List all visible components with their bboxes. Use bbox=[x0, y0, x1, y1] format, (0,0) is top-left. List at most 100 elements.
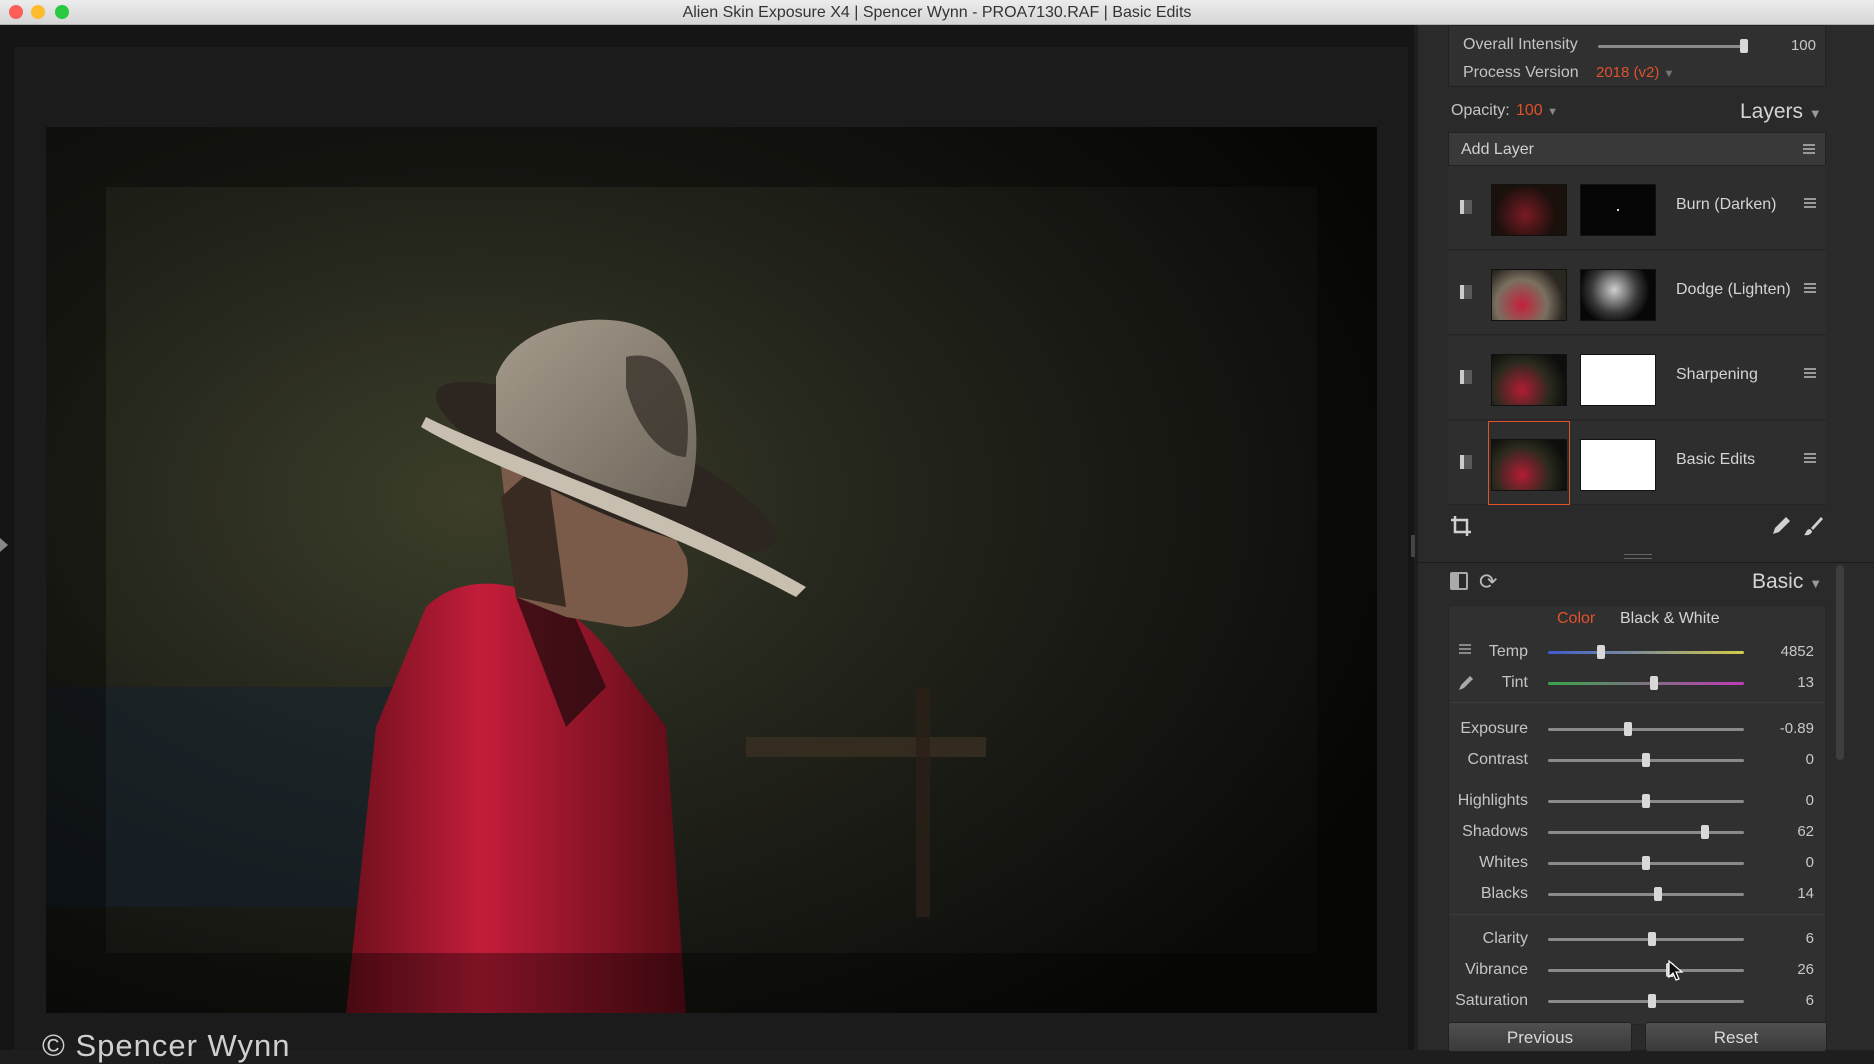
previous-button[interactable]: Previous bbox=[1448, 1022, 1632, 1052]
minimize-window-button[interactable] bbox=[31, 5, 45, 19]
layer-row-basic-edits[interactable]: Basic Edits bbox=[1448, 421, 1826, 505]
opacity-select[interactable]: 100 ▼ bbox=[1516, 102, 1558, 120]
slider-label-blacks: Blacks bbox=[1480, 885, 1528, 902]
slider-saturation[interactable] bbox=[1548, 994, 1744, 1008]
slider-temp[interactable] bbox=[1548, 645, 1744, 659]
slider-label-exposure: Exposure bbox=[1460, 720, 1528, 737]
menu-icon[interactable] bbox=[1804, 198, 1816, 208]
layer-name: Burn (Darken) bbox=[1676, 196, 1777, 213]
slider-value-temp[interactable]: 4852 bbox=[1750, 643, 1814, 660]
divider bbox=[1450, 702, 1824, 703]
slider-thumb[interactable] bbox=[1596, 645, 1605, 659]
slider-value-saturation[interactable]: 6 bbox=[1750, 992, 1814, 1009]
layer-row-burn[interactable]: Burn (Darken) bbox=[1448, 166, 1826, 250]
scrollbar[interactable] bbox=[1836, 565, 1844, 760]
layer-name-selected: Basic Edits bbox=[1676, 451, 1756, 468]
basic-panel-header[interactable]: Basic ▼ bbox=[1752, 570, 1822, 594]
layer-thumbnail bbox=[1491, 354, 1567, 406]
layer-visibility-toggle[interactable] bbox=[1460, 285, 1472, 299]
process-version-value: 2018 (v2) bbox=[1596, 64, 1660, 81]
menu-icon[interactable] bbox=[1803, 144, 1815, 154]
slider-value-contrast[interactable]: 0 bbox=[1750, 751, 1814, 768]
slider-thumb[interactable] bbox=[1700, 825, 1709, 839]
photo[interactable] bbox=[46, 127, 1377, 1013]
brush-icon[interactable] bbox=[1802, 515, 1824, 542]
opacity-label: Opacity: bbox=[1451, 102, 1510, 119]
slider-highlights[interactable] bbox=[1548, 794, 1744, 808]
layer-row-dodge[interactable]: Dodge (Lighten) bbox=[1448, 251, 1826, 335]
overall-intensity-thumb[interactable] bbox=[1740, 39, 1748, 53]
title-bar: Alien Skin Exposure X4 | Spencer Wynn - … bbox=[0, 0, 1874, 25]
pencil-icon[interactable] bbox=[1770, 515, 1792, 542]
slider-label-tint: Tint bbox=[1501, 674, 1528, 691]
mouse-cursor-icon bbox=[1668, 959, 1684, 987]
layer-row-sharpening[interactable]: Sharpening bbox=[1448, 336, 1826, 420]
slider-label-saturation: Saturation bbox=[1455, 992, 1528, 1009]
overall-intensity-slider[interactable] bbox=[1598, 39, 1748, 53]
slider-value-blacks[interactable]: 14 bbox=[1750, 885, 1814, 902]
zoom-window-button[interactable] bbox=[55, 5, 69, 19]
slider-thumb[interactable] bbox=[1647, 994, 1656, 1008]
slider-exposure[interactable] bbox=[1548, 722, 1744, 736]
basic-title: Basic bbox=[1752, 570, 1804, 593]
image-viewer[interactable]: © Spencer Wynn bbox=[0, 25, 1414, 1063]
reset-button[interactable]: Reset bbox=[1645, 1022, 1827, 1052]
slider-whites[interactable] bbox=[1548, 856, 1744, 870]
slider-value-clarity[interactable]: 6 bbox=[1750, 930, 1814, 947]
slider-thumb[interactable] bbox=[1649, 676, 1658, 690]
slider-clarity[interactable] bbox=[1548, 932, 1744, 946]
menu-icon[interactable] bbox=[1804, 283, 1816, 293]
slider-value-exposure[interactable]: -0.89 bbox=[1750, 720, 1814, 737]
layer-mask-thumbnail bbox=[1580, 439, 1656, 491]
slider-thumb[interactable] bbox=[1647, 932, 1656, 946]
layer-mask-thumbnail bbox=[1580, 184, 1656, 236]
panel-splitter-handle[interactable] bbox=[1411, 535, 1415, 557]
slider-value-tint[interactable]: 13 bbox=[1750, 674, 1814, 691]
overall-intensity-label: Overall Intensity bbox=[1463, 36, 1578, 53]
slider-label-highlights: Highlights bbox=[1457, 792, 1528, 809]
slider-thumb[interactable] bbox=[1642, 856, 1650, 870]
slider-value-highlights[interactable]: 0 bbox=[1750, 792, 1814, 809]
slider-label-whites: Whites bbox=[1479, 854, 1528, 871]
slider-label-contrast: Contrast bbox=[1467, 751, 1528, 768]
slider-contrast[interactable] bbox=[1548, 753, 1744, 767]
slider-thumb[interactable] bbox=[1653, 887, 1662, 901]
layer-mask-thumbnail bbox=[1580, 269, 1656, 321]
panel-resize-handle[interactable] bbox=[1624, 554, 1652, 559]
tab-color[interactable]: Color bbox=[1557, 610, 1595, 628]
chevron-down-icon: ▼ bbox=[1547, 106, 1559, 118]
slider-blacks[interactable] bbox=[1548, 887, 1744, 901]
compare-toggle-icon[interactable] bbox=[1450, 572, 1468, 590]
add-layer-bar[interactable]: Add Layer bbox=[1448, 132, 1826, 166]
close-window-button[interactable] bbox=[9, 5, 23, 19]
overall-intensity-value[interactable]: 100 bbox=[1760, 37, 1816, 54]
layer-mask-thumbnail bbox=[1580, 354, 1656, 406]
reset-sync-icon[interactable]: ⟳ bbox=[1479, 569, 1497, 595]
crop-icon[interactable] bbox=[1450, 515, 1472, 543]
slider-thumb[interactable] bbox=[1624, 722, 1633, 736]
layers-panel-header[interactable]: Layers ▼ bbox=[1740, 100, 1822, 124]
layer-visibility-toggle[interactable] bbox=[1460, 370, 1472, 384]
tab-black-white[interactable]: Black & White bbox=[1620, 610, 1720, 628]
slider-vibrance[interactable] bbox=[1548, 963, 1744, 977]
process-version-select[interactable]: 2018 (v2) ▼ bbox=[1596, 64, 1674, 81]
slider-value-shadows[interactable]: 62 bbox=[1750, 823, 1814, 840]
slider-value-whites[interactable]: 0 bbox=[1750, 854, 1814, 871]
slider-thumb[interactable] bbox=[1642, 794, 1650, 808]
chevron-down-icon: ▼ bbox=[1809, 576, 1823, 591]
layer-thumbnail bbox=[1491, 439, 1567, 491]
menu-icon[interactable] bbox=[1804, 453, 1816, 463]
process-version-label: Process Version bbox=[1463, 64, 1579, 81]
left-panel-toggle-icon[interactable] bbox=[0, 538, 8, 552]
layer-visibility-toggle[interactable] bbox=[1460, 455, 1472, 469]
menu-icon[interactable] bbox=[1804, 368, 1816, 378]
opacity-value: 100 bbox=[1516, 102, 1543, 119]
slider-tint[interactable] bbox=[1548, 676, 1744, 690]
slider-shadows[interactable] bbox=[1548, 825, 1744, 839]
slider-thumb[interactable] bbox=[1642, 753, 1650, 767]
layers-title: Layers bbox=[1740, 100, 1804, 123]
slider-value-vibrance[interactable]: 26 bbox=[1750, 961, 1814, 978]
layer-visibility-toggle[interactable] bbox=[1460, 200, 1472, 214]
divider bbox=[1450, 914, 1824, 915]
chevron-down-icon: ▼ bbox=[1808, 106, 1822, 121]
